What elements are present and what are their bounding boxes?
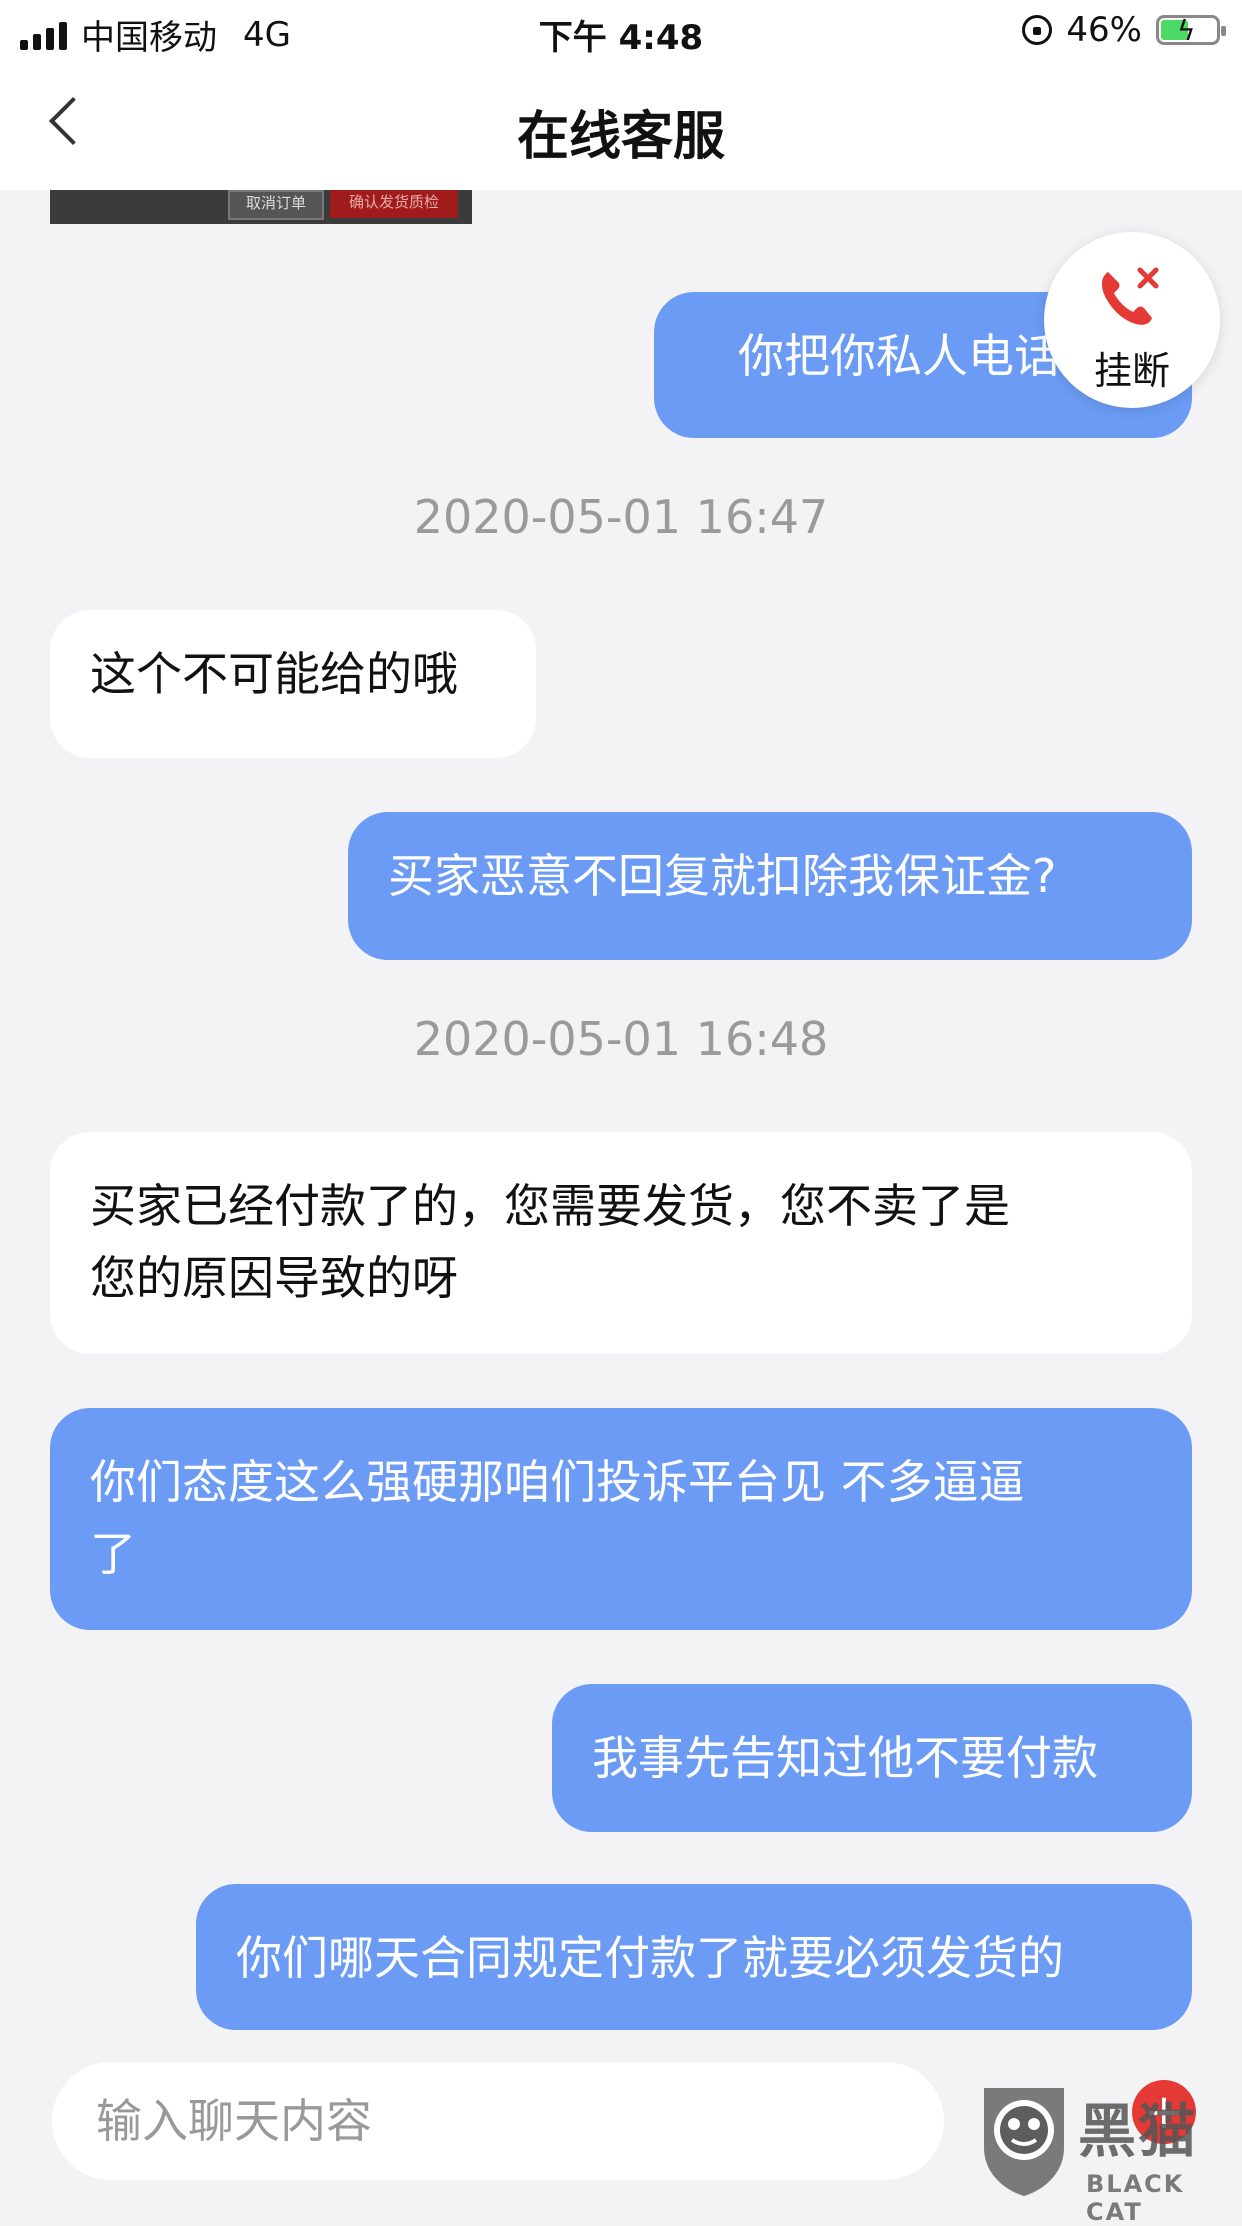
rotation-lock-icon	[1022, 15, 1053, 45]
message-text: 买家恶意不回复就扣除我保证金?	[388, 849, 1057, 903]
message-text-line: 了	[90, 1527, 136, 1581]
message-bubble-incoming[interactable]: 买家已经付款了的，您需要发货，您不卖了是 您的原因导致的呀	[50, 1132, 1192, 1354]
status-right: 46% ϟ	[1022, 10, 1226, 50]
message-text-line: 您的原因导致的呀	[90, 1251, 458, 1305]
message-bubble-outgoing[interactable]: 你们哪天合同规定付款了就要必须发货的	[196, 1884, 1192, 2030]
message-text-line: 买家已经付款了的，您需要发货，您不卖了是	[90, 1179, 1010, 1233]
confirm-ship-button[interactable]: 确认发货质检	[330, 190, 458, 218]
chat-input[interactable]: 输入聊天内容	[52, 2062, 944, 2180]
battery-icon: ϟ	[1156, 14, 1226, 47]
battery-percent: 46%	[1066, 10, 1142, 50]
message-bubble-outgoing[interactable]: 你们态度这么强硬那咱们投诉平台见 不多逼逼 了	[50, 1408, 1192, 1630]
watermark-en: BLACK CAT	[1086, 2170, 1185, 2226]
message-bubble-incoming[interactable]: 这个不可能给的哦	[50, 610, 536, 758]
previous-order-card: 取消订单 确认发货质检	[50, 190, 472, 224]
phone-hangup-icon	[1101, 267, 1159, 325]
cat-logo-icon	[984, 2088, 1064, 2196]
cancel-order-button[interactable]: 取消订单	[228, 190, 324, 220]
message-bubble-outgoing[interactable]: 买家恶意不回复就扣除我保证金?	[348, 812, 1192, 960]
message-timestamp: 2020-05-01 16:48	[413, 1012, 829, 1066]
message-text-line: 你们态度这么强硬那咱们投诉平台见 不多逼逼	[90, 1455, 1025, 1509]
message-text: 我事先告知过他不要付款	[592, 1731, 1098, 1785]
nav-bar: 在线客服	[0, 62, 1242, 190]
status-bar: 中国移动 4G 下午 4:48 46% ϟ	[0, 0, 1242, 62]
composer-bar: 输入聊天内容 + 黑猫 BLACK CAT	[0, 2030, 1242, 2226]
message-text: 这个不可能给的哦	[90, 647, 458, 701]
hangup-button[interactable]: 挂断	[1044, 232, 1220, 408]
hangup-label: 挂断	[1093, 349, 1170, 393]
blackcat-watermark: 黑猫 BLACK CAT	[966, 2078, 1242, 2226]
message-timestamp: 2020-05-01 16:47	[413, 490, 829, 544]
charging-bolt-icon: ϟ	[1177, 14, 1196, 47]
chat-area[interactable]: 取消订单 确认发货质检 你把你私人电话给我 2020-05-01 16:47 这…	[0, 190, 1242, 2030]
watermark-cn: 黑猫	[1078, 2097, 1199, 2165]
message-bubble-outgoing[interactable]: 我事先告知过他不要付款	[552, 1684, 1192, 1832]
page-title: 在线客服	[516, 107, 725, 167]
message-text: 你们哪天合同规定付款了就要必须发货的	[236, 1931, 1064, 1985]
